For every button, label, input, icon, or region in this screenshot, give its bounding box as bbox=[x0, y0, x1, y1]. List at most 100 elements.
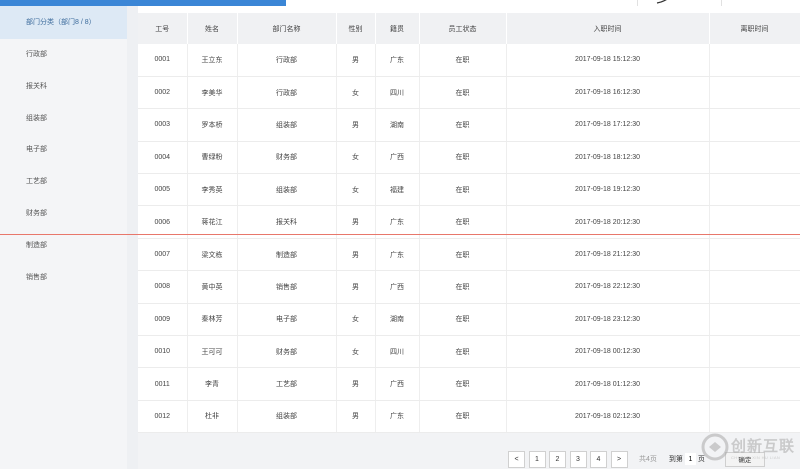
cell-hire-date: 2017-09-18 02:12:30 bbox=[506, 400, 710, 434]
cell-hometown: 广西 bbox=[375, 270, 420, 304]
goto-prefix-label: 到第 bbox=[668, 456, 683, 463]
cell-id: 0007 bbox=[138, 238, 188, 272]
table-row[interactable]: 0011 李青 工艺部男广西 在职 2017-09-18 01:12:30 bbox=[138, 367, 800, 401]
cell-name: 曹绿粉 bbox=[187, 141, 238, 175]
table-row[interactable]: 0007 梁文栋 制造部男广东 在职 2017-09-18 21:12:30 bbox=[138, 238, 800, 272]
column-header-gender: 性别 bbox=[336, 13, 376, 44]
cell-hire-date: 2017-09-18 17:12:30 bbox=[506, 108, 710, 142]
cell-id: 0002 bbox=[138, 76, 188, 110]
cell-id: 0001 bbox=[138, 44, 188, 77]
cell-gender: 男 bbox=[336, 44, 376, 77]
cell-status: 在职 bbox=[419, 44, 507, 77]
table-header-row: 工号 姓名 部门名称 性别 籍贯 员工状态 入职时间 离职时间 bbox=[138, 13, 800, 44]
cell-hometown: 四川 bbox=[375, 335, 420, 369]
column-header-hire-date: 入职时间 bbox=[506, 13, 710, 44]
cell-hometown: 广西 bbox=[375, 367, 420, 401]
sidebar-item-sales[interactable]: 销售部 bbox=[0, 262, 127, 294]
cell-gender: 男 bbox=[336, 400, 376, 434]
cell-hometown: 湖南 bbox=[375, 303, 420, 337]
table-row[interactable]: 0001 王立东 行政部男广东 在职 2017-09-18 15:12:30 bbox=[138, 44, 800, 77]
total-pages-label: 共4页 bbox=[639, 456, 657, 463]
sidebar-item-customs[interactable]: 报关科 bbox=[0, 71, 127, 103]
cell-name: 罗本桥 bbox=[187, 108, 238, 142]
table-row[interactable]: 0003 罗本桥 组装部男湖南 在职 2017-09-18 17:12:30 bbox=[138, 108, 800, 142]
watermark-logo-icon bbox=[701, 433, 729, 461]
cell-hire-date: 2017-09-18 22:12:30 bbox=[506, 270, 710, 304]
cell-hometown: 福建 bbox=[375, 173, 420, 207]
sidebar-item-admin[interactable]: 行政部 bbox=[0, 39, 127, 71]
table-row[interactable]: 0010 王可可 财务部女四川 在职 2017-09-18 00:12:30 bbox=[138, 335, 800, 369]
cell-hometown: 湖南 bbox=[375, 108, 420, 142]
cell-hire-date: 2017-09-18 23:12:30 bbox=[506, 303, 710, 337]
cell-name: 秦林芳 bbox=[187, 303, 238, 337]
cell-department: 财务部 bbox=[237, 141, 337, 175]
cell-department: 行政部 bbox=[237, 76, 337, 110]
red-guide-line bbox=[0, 234, 800, 235]
cell-status: 在职 bbox=[419, 303, 507, 337]
column-header-status: 员工状态 bbox=[419, 13, 507, 44]
cell-name: 王可可 bbox=[187, 335, 238, 369]
column-header-department: 部门名称 bbox=[237, 13, 337, 44]
cell-hire-date: 2017-09-18 01:12:30 bbox=[506, 367, 710, 401]
table-row[interactable]: 0008 黄中英 销售部男广西 在职 2017-09-18 22:12:30 bbox=[138, 270, 800, 304]
table-row[interactable]: 0004 曹绿粉 财务部女广西 在职 2017-09-18 18:12:30 bbox=[138, 141, 800, 175]
cell-leave-date bbox=[709, 141, 800, 175]
sidebar-item-assembly[interactable]: 组装部 bbox=[0, 103, 127, 135]
cell-department: 组装部 bbox=[237, 173, 337, 207]
table-row[interactable]: 0002 李美华 行政部女四川 在职 2017-09-18 16:12:30 bbox=[138, 76, 800, 110]
watermark: 创新互联 CHUANG XIN HU LIAN bbox=[700, 430, 800, 466]
sidebar-header[interactable]: 部门分类（部门8 / 8） bbox=[0, 6, 127, 39]
cell-name: 梁文栋 bbox=[187, 238, 238, 272]
column-header-leave-date: 离职时间 bbox=[709, 13, 800, 44]
cell-gender: 女 bbox=[336, 173, 376, 207]
cell-leave-date bbox=[709, 335, 800, 369]
sidebar-item-electronics[interactable]: 电子部 bbox=[0, 134, 127, 166]
cell-status: 在职 bbox=[419, 400, 507, 434]
cell-leave-date bbox=[709, 173, 800, 207]
cell-leave-date bbox=[709, 367, 800, 401]
sidebar-item-process[interactable]: 工艺部 bbox=[0, 166, 127, 198]
page-button-3[interactable]: 3 bbox=[569, 450, 587, 468]
cell-name: 杜非 bbox=[187, 400, 238, 434]
table-row[interactable]: 0009 秦林芳 电子部女湖南 在职 2017-09-18 23:12:30 bbox=[138, 303, 800, 337]
cell-name: 王立东 bbox=[187, 44, 238, 77]
top-right-panel bbox=[637, 0, 722, 6]
table-row[interactable]: 0012 杜非 组装部男广东 在职 2017-09-18 02:12:30 bbox=[138, 400, 800, 434]
cell-department: 工艺部 bbox=[237, 367, 337, 401]
sidebar-item-finance[interactable]: 财务部 bbox=[0, 198, 127, 230]
cell-status: 在职 bbox=[419, 367, 507, 401]
cell-hometown: 广东 bbox=[375, 44, 420, 77]
watermark-text: 创新互联 bbox=[731, 437, 796, 455]
main-content: 工号 姓名 部门名称 性别 籍贯 员工状态 入职时间 离职时间 0001 王立东行… bbox=[138, 13, 800, 469]
page-button-2[interactable]: 2 bbox=[549, 450, 566, 468]
cell-department: 电子部 bbox=[237, 303, 337, 337]
cell-department: 组装部 bbox=[237, 108, 337, 142]
prev-page-button[interactable]: < bbox=[508, 450, 525, 468]
cell-hire-date: 2017-09-18 00:12:30 bbox=[506, 335, 710, 369]
cell-gender: 男 bbox=[336, 367, 376, 401]
cell-leave-date bbox=[709, 108, 800, 142]
cell-department: 财务部 bbox=[237, 335, 337, 369]
page-button-1[interactable]: 1 bbox=[528, 450, 546, 468]
column-header-name: 姓名 bbox=[187, 13, 238, 44]
cell-id: 0010 bbox=[138, 335, 188, 369]
cell-id: 0009 bbox=[138, 303, 188, 337]
cell-id: 0003 bbox=[138, 108, 188, 142]
cell-leave-date bbox=[709, 76, 800, 110]
cell-status: 在职 bbox=[419, 173, 507, 207]
cell-gender: 男 bbox=[336, 238, 376, 272]
cell-gender: 女 bbox=[336, 76, 376, 110]
cell-department: 组装部 bbox=[237, 400, 337, 434]
cell-hire-date: 2017-09-18 16:12:30 bbox=[506, 76, 710, 110]
page-button-4[interactable]: 4 bbox=[590, 450, 607, 468]
table-row[interactable]: 0005 李秀英 组装部女福建 在职 2017-09-18 19:12:30 bbox=[138, 173, 800, 207]
goto-page-input[interactable] bbox=[684, 453, 696, 465]
cell-status: 在职 bbox=[419, 108, 507, 142]
column-header-id: 工号 bbox=[138, 13, 188, 44]
cell-leave-date bbox=[709, 238, 800, 272]
cell-hire-date: 2017-09-18 19:12:30 bbox=[506, 173, 710, 207]
next-page-button[interactable]: > bbox=[610, 450, 628, 468]
cell-status: 在职 bbox=[419, 238, 507, 272]
table-body: 0001 王立东 行政部男广东 在职 2017-09-18 15:12:30 0002 李美… bbox=[138, 44, 800, 434]
cell-status: 在职 bbox=[419, 141, 507, 175]
